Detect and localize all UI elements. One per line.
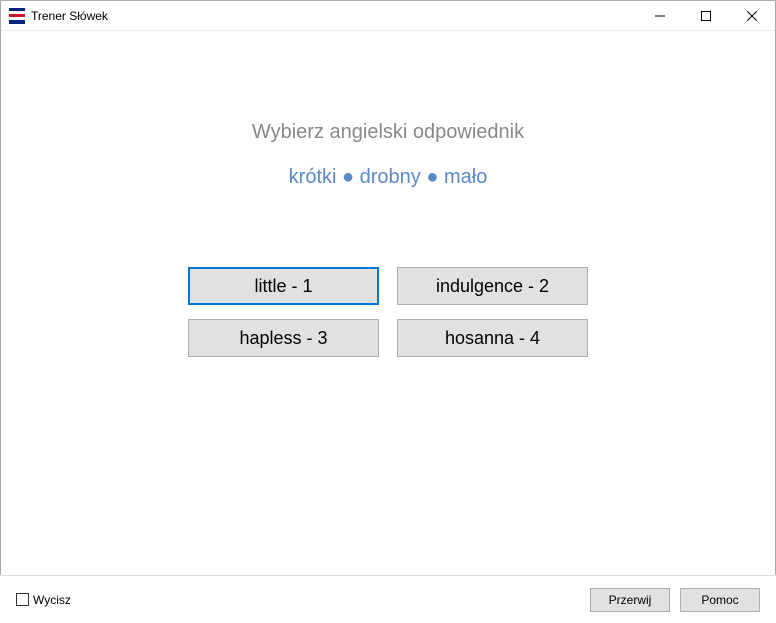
maximize-icon [701,11,711,21]
quiz-prompt: Wybierz angielski odpowiednik [1,121,775,144]
quiz-area: Wybierz angielski odpowiednik krótki ● d… [1,31,775,576]
close-button[interactable] [729,1,775,30]
minimize-button[interactable] [637,1,683,30]
quiz-words: krótki ● drobny ● mało [1,166,775,189]
option-button-2[interactable]: indulgence - 2 [397,267,588,305]
app-icon [9,8,25,24]
option-button-4[interactable]: hosanna - 4 [397,319,588,357]
footer-bar: Wycisz Przerwij Pomoc [0,575,776,623]
mute-label: Wycisz [33,593,71,607]
mute-checkbox[interactable]: Wycisz [16,593,71,607]
option-button-1[interactable]: little - 1 [188,267,379,305]
titlebar: Trener Słówek [1,1,775,31]
checkbox-icon [16,593,29,606]
help-button[interactable]: Pomoc [680,588,760,612]
window-title: Trener Słówek [31,9,108,23]
maximize-button[interactable] [683,1,729,30]
option-button-3[interactable]: hapless - 3 [188,319,379,357]
options-grid: little - 1 indulgence - 2 hapless - 3 ho… [188,267,588,357]
abort-button[interactable]: Przerwij [590,588,670,612]
close-icon [747,11,757,21]
minimize-icon [655,11,665,21]
window-controls [637,1,775,30]
